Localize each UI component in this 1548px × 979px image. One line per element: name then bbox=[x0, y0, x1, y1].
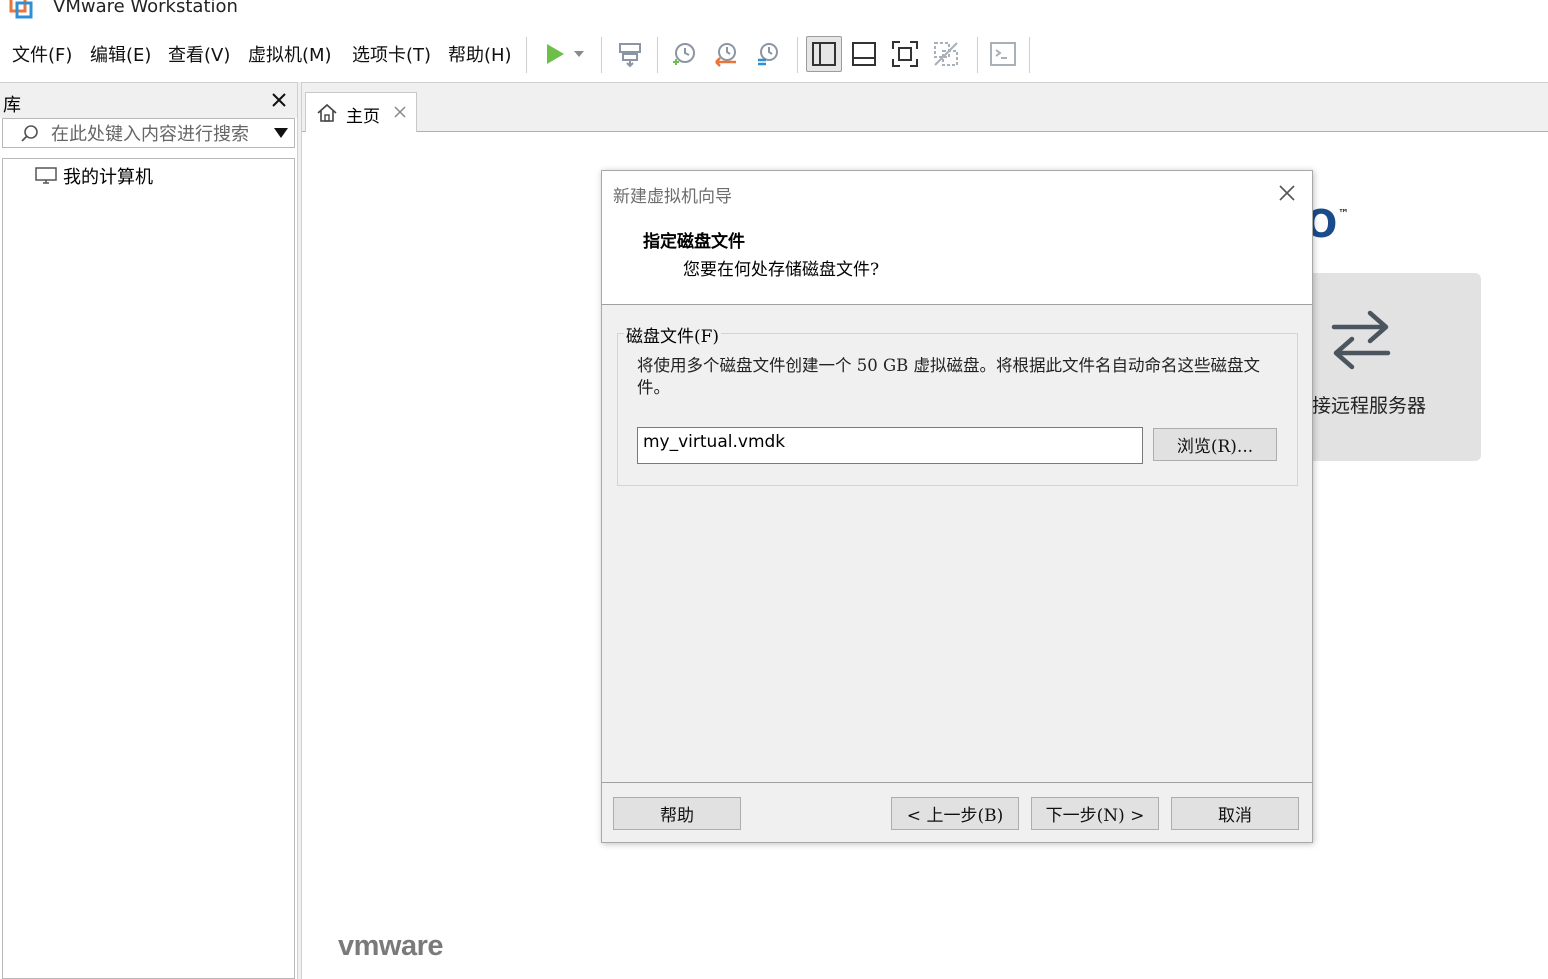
console-icon bbox=[990, 42, 1016, 66]
send-ctrl-alt-del-button[interactable] bbox=[612, 36, 648, 72]
dialog-subheading: 您要在何处存储磁盘文件? bbox=[683, 260, 880, 280]
menu-toolbar-bar: 文件(F) 编辑(E) 查看(V) 虚拟机(M) 选项卡(T) 帮助(H) bbox=[0, 29, 1548, 81]
disk-file-group-label: 磁盘文件(F) bbox=[624, 322, 722, 347]
dropdown-icon bbox=[574, 51, 584, 57]
menu-edit[interactable]: 编辑(E) bbox=[90, 41, 151, 67]
fullscreen-button[interactable] bbox=[887, 36, 923, 72]
disk-file-description: 将使用多个磁盘文件创建一个 50 GB 虚拟磁盘。将根据此文件名自动命名这些磁盘… bbox=[637, 356, 1261, 397]
library-header: 库 bbox=[0, 82, 297, 118]
snapshot-revert-icon bbox=[715, 43, 736, 67]
computer-icon bbox=[35, 167, 57, 184]
dialog-title: 新建虚拟机向导 bbox=[613, 187, 732, 207]
vmware-app-icon bbox=[9, 0, 33, 19]
snapshot-take-icon bbox=[673, 43, 695, 65]
dialog-header: 新建虚拟机向导 指定磁盘文件 您要在何处存储磁盘文件? bbox=[602, 171, 1312, 305]
console-view-button[interactable] bbox=[985, 36, 1021, 72]
next-button[interactable]: 下一步(N) > bbox=[1031, 797, 1159, 830]
tree-item-label: 我的计算机 bbox=[63, 167, 153, 188]
tree-item-my-computer[interactable]: 我的计算机 bbox=[35, 163, 153, 189]
trademark-mark: ™ bbox=[1338, 207, 1349, 220]
tab-home-label: 主页 bbox=[346, 107, 380, 127]
connect-remote-server-card[interactable]: 接远程服务器 bbox=[1302, 273, 1481, 461]
chevron-down-icon[interactable] bbox=[273, 127, 289, 139]
browse-button[interactable]: 浏览(R)... bbox=[1153, 428, 1277, 461]
take-snapshot-button[interactable] bbox=[666, 36, 702, 72]
snapshot-manager-icon bbox=[758, 43, 778, 66]
send-keys-icon bbox=[619, 43, 641, 68]
close-icon[interactable] bbox=[392, 104, 408, 120]
show-library-button[interactable] bbox=[806, 36, 842, 72]
unity-button[interactable] bbox=[928, 36, 964, 72]
fullscreen-icon bbox=[892, 41, 918, 67]
vmware-logo: vmware bbox=[338, 930, 444, 962]
back-button[interactable]: < 上一步(B) bbox=[891, 797, 1019, 830]
disk-file-input[interactable] bbox=[637, 427, 1143, 464]
library-search-input[interactable] bbox=[51, 122, 263, 146]
show-thumbnail-bar-button[interactable] bbox=[846, 36, 882, 72]
unity-icon bbox=[934, 42, 958, 66]
close-icon[interactable] bbox=[1277, 183, 1297, 203]
search-icon bbox=[21, 125, 38, 142]
window-title: VMware Workstation bbox=[53, 0, 238, 17]
dialog-heading: 指定磁盘文件 bbox=[643, 232, 745, 252]
library-title: 库 bbox=[3, 95, 21, 116]
toolbar-separator bbox=[977, 37, 978, 73]
menu-view[interactable]: 查看(V) bbox=[168, 41, 230, 67]
library-panel: 库 我的计算机 bbox=[0, 82, 297, 979]
help-button[interactable]: 帮助 bbox=[613, 797, 741, 830]
toolbar-separator bbox=[526, 37, 527, 73]
dialog-footer-divider bbox=[602, 782, 1312, 783]
library-tree: 我的计算机 bbox=[2, 158, 295, 979]
home-icon bbox=[317, 103, 337, 122]
layout-thumbnail-icon bbox=[852, 42, 876, 66]
connect-remote-server-label: 接远程服务器 bbox=[1312, 395, 1427, 417]
layout-sidebar-icon bbox=[812, 42, 836, 66]
toolbar-separator bbox=[797, 37, 798, 73]
new-vm-wizard-dialog: 新建虚拟机向导 指定磁盘文件 您要在何处存储磁盘文件? 磁盘文件(F) 将使用多… bbox=[601, 170, 1313, 843]
toolbar-separator bbox=[657, 37, 658, 73]
menu-help[interactable]: 帮助(H) bbox=[448, 41, 512, 67]
tab-home[interactable]: 主页 bbox=[305, 92, 417, 133]
menu-tabs[interactable]: 选项卡(T) bbox=[352, 41, 431, 67]
swap-arrows-icon bbox=[1331, 310, 1391, 370]
library-search-box bbox=[2, 118, 295, 148]
revert-snapshot-button[interactable] bbox=[708, 36, 744, 72]
power-dropdown-button[interactable] bbox=[566, 36, 592, 72]
menu-file[interactable]: 文件(F) bbox=[12, 41, 72, 67]
play-icon bbox=[547, 44, 564, 64]
toolbar-separator bbox=[601, 37, 602, 73]
tab-strip: 主页 bbox=[302, 82, 1548, 133]
cancel-button[interactable]: 取消 bbox=[1171, 797, 1299, 830]
snapshot-manager-button[interactable] bbox=[750, 36, 786, 72]
toolbar-separator bbox=[1029, 37, 1030, 73]
menu-vm[interactable]: 虚拟机(M) bbox=[248, 41, 332, 67]
title-bar: VMware Workstation bbox=[0, 0, 1548, 28]
close-icon[interactable] bbox=[268, 89, 290, 111]
